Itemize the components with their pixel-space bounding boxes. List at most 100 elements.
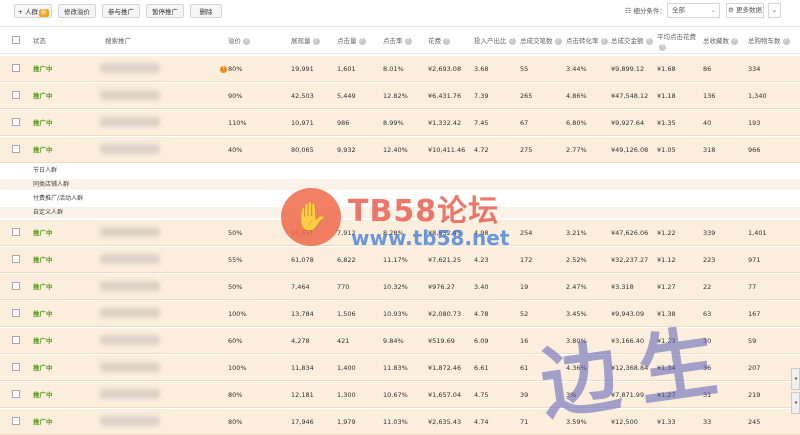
bid-cell[interactable]: 80% [228, 417, 242, 427]
row-checkbox[interactable] [12, 336, 20, 344]
side-tab-feedback[interactable]: ◂ [791, 368, 800, 390]
cost-value: ¥1,657.04 [428, 391, 462, 399]
bid-cell[interactable]: 55% [228, 255, 242, 265]
bid-cell[interactable]: 50% [228, 282, 242, 292]
col-roi-label: 投入产出比 [474, 37, 507, 45]
roi-value: 4.98 [474, 229, 489, 237]
cvr-value: 2.52% [566, 256, 587, 264]
row-checkbox[interactable] [12, 309, 20, 317]
col-orders[interactable]: 总成交笔数? [520, 36, 562, 46]
cost-value: ¥2,635.43 [428, 418, 462, 426]
table-row[interactable]: 推广中 80% 12,181 1,300 10.67% ¥1,657.04 4.75 39 3%… [0, 382, 800, 408]
row-checkbox[interactable] [12, 417, 20, 425]
help-icon: ? [358, 37, 366, 45]
cost-value: ¥2,080.73 [428, 310, 462, 318]
help-icon: ? [312, 37, 320, 45]
add-crowd-button[interactable]: + 人群新 [14, 4, 52, 18]
cost-value: ¥2,693.08 [428, 65, 462, 73]
select-all-checkbox[interactable] [12, 36, 20, 44]
help-icon: ? [404, 37, 412, 45]
row-checkbox[interactable] [12, 118, 20, 126]
col-bid-label: 溢价 [228, 37, 241, 45]
bid-cell[interactable]: 100% [228, 363, 247, 373]
col-cart[interactable]: 总购物车数? [748, 36, 790, 46]
row-checkbox[interactable] [12, 363, 20, 371]
table-row[interactable]: 推广中 55% 61,078 6,822 11.17% ¥7,621.25 4.23 172 2… [0, 247, 800, 273]
table-row[interactable]: 推广中 90% 42,503 5,449 12.82% ¥6,431.76 7.39 265 4… [0, 83, 800, 109]
cpc-value: ¥1.33 [657, 418, 676, 426]
delete-button[interactable]: 删除 [190, 4, 222, 18]
row-checkbox[interactable] [12, 145, 20, 153]
cpc-value: ¥1.38 [657, 310, 676, 318]
bid-cell[interactable]: 40% [228, 145, 242, 155]
row-checkbox[interactable] [12, 64, 20, 72]
table-row[interactable]: 推广中 40% 80,065 9,932 12.40% ¥10,411.46 4.72 275… [0, 137, 800, 163]
fav-value: 33 [703, 418, 712, 426]
fav-value: 223 [703, 256, 716, 264]
ctr-value: 10.32% [383, 283, 408, 291]
clicks-value: 7,912 [337, 229, 356, 237]
col-cvr[interactable]: 点击转化率? [566, 36, 608, 46]
table-row[interactable]: 推广中 50% 95,551 7,912 8.28% ¥8,652.45 4.98 254 3.… [0, 220, 800, 246]
chevron-down-icon: ⌄ [771, 6, 778, 14]
col-fav[interactable]: 总收藏数? [703, 36, 738, 46]
table-row[interactable]: 推广中 110% 10,971 986 8.99% ¥1,332.42 7.45 67 6.80… [0, 110, 800, 136]
bid-cell[interactable]: 80% [228, 390, 242, 400]
bid-cell[interactable]: 90% [228, 91, 242, 101]
table-row[interactable]: 推广中 100% 13,784 1,506 10.93% ¥2,080.73 4.78 52 3… [0, 301, 800, 327]
table-row[interactable]: 推广中! 80% 19,991 1,601 8.01% ¥2,693.08 3.68 55 3.… [0, 56, 800, 82]
col-roi[interactable]: 投入产出比? [474, 36, 516, 46]
redacted-crowd-name [100, 254, 160, 264]
filter-select[interactable]: 全部 ⌄ [667, 3, 720, 18]
bid-cell[interactable]: 110% [228, 118, 247, 128]
table-row[interactable]: 推广中 50% 7,464 770 10.32% ¥976.27 3.40 19 2.47% ¥3… [0, 274, 800, 300]
pause-promo-button[interactable]: 暂停推广 [146, 4, 184, 18]
cvr-value: 2.47% [566, 283, 587, 291]
row-checkbox[interactable] [12, 255, 20, 263]
cart-value: 77 [748, 283, 757, 291]
col-cpc[interactable]: 平均点击花费? [657, 32, 702, 52]
more-data-button[interactable]: ⚙ 更多数据 [726, 3, 764, 18]
crowd-group-label[interactable]: 节日人群 [0, 165, 800, 176]
filter-icon: ☷ [625, 7, 632, 15]
ctr-value: 12.82% [383, 92, 408, 100]
table-row[interactable]: 推广中 80% 17,946 1,979 11.03% ¥2,635.43 4.74 71 3.… [0, 409, 800, 435]
bid-cell[interactable]: ! 80% [220, 64, 242, 74]
col-search-promo: 搜索推广 [105, 37, 131, 45]
roi-value: 7.45 [474, 119, 489, 127]
bid-cell[interactable]: 50% [228, 228, 242, 238]
side-tab-service[interactable]: ◂ [791, 392, 800, 414]
col-bid[interactable]: 溢价? [228, 36, 250, 46]
help-icon: ? [645, 37, 653, 45]
edit-bid-button[interactable]: 修改溢价 [58, 4, 96, 18]
help-icon: ? [508, 37, 516, 45]
orders-value: 254 [520, 229, 533, 237]
new-badge: 新 [39, 9, 49, 17]
help-icon: ? [554, 37, 562, 45]
filter-label-text: 细分条件： [633, 7, 666, 15]
col-ctr[interactable]: 点击率? [383, 36, 412, 46]
expand-button[interactable]: ⌄ [768, 3, 781, 18]
bid-cell[interactable]: 100% [228, 309, 247, 319]
col-gmv[interactable]: 总成交金额? [611, 36, 653, 46]
bid-cell[interactable]: 60% [228, 336, 242, 346]
crowd-group-label[interactable]: 同类店铺人群 [0, 179, 800, 190]
table-row[interactable]: 推广中 60% 4,278 421 9.84% ¥519.69 6.09 16 3.80% ¥3,… [0, 328, 800, 354]
row-checkbox[interactable] [12, 228, 20, 236]
help-icon: ? [731, 37, 738, 45]
table-row[interactable]: 推广中 100% 11,834 1,400 11.83% ¥1,872.46 6.61 61 4… [0, 355, 800, 381]
col-impressions[interactable]: 展现量? [291, 36, 320, 46]
bid-value: 90% [228, 92, 243, 100]
cpc-value: ¥1.05 [657, 146, 676, 154]
row-checkbox[interactable] [12, 282, 20, 290]
col-clicks[interactable]: 点击量? [337, 36, 366, 46]
join-promo-button[interactable]: 参与推广 [102, 4, 140, 18]
clicks-value: 9,932 [337, 146, 356, 154]
ctr-value: 8.28% [383, 229, 404, 237]
row-checkbox[interactable] [12, 390, 20, 398]
col-cost[interactable]: 花费? [428, 36, 450, 46]
row-checkbox[interactable] [12, 91, 20, 99]
cart-value: 966 [748, 146, 761, 154]
crowd-group-label[interactable]: 付费推广/活动人群 [0, 193, 800, 204]
crowd-group-label[interactable]: 自定义人群 [0, 207, 800, 218]
